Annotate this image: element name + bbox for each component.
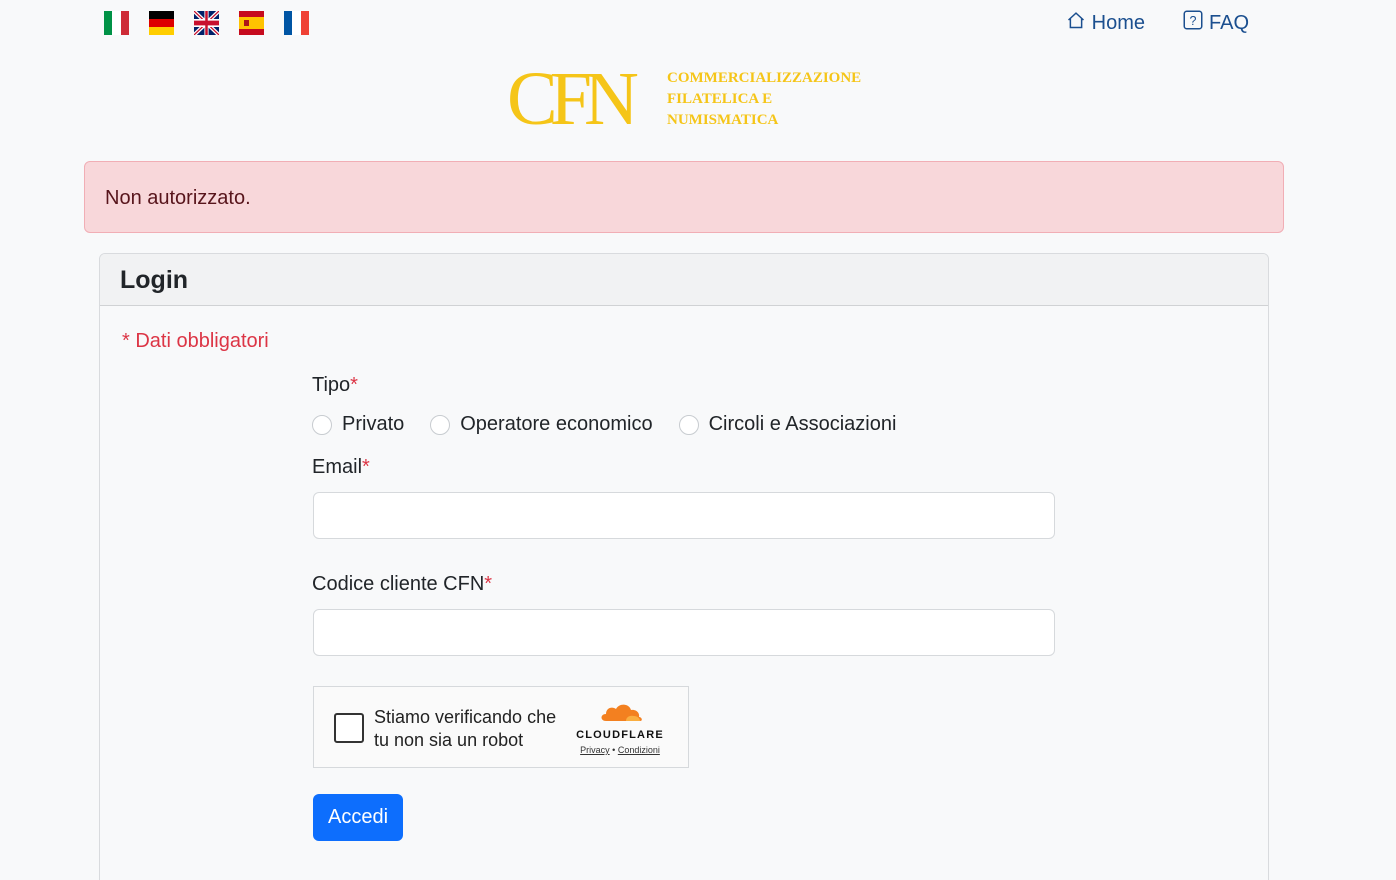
alert-message: Non autorizzato. (105, 187, 251, 209)
codice-cliente-field[interactable] (313, 609, 1055, 656)
accedi-button[interactable]: Accedi (313, 794, 403, 841)
radio-privato[interactable]: Privato (312, 413, 404, 436)
language-selector (104, 11, 309, 35)
italy-flag-icon[interactable] (104, 11, 129, 35)
terms-link[interactable]: Condizioni (618, 745, 660, 755)
home-link[interactable]: Home (1066, 10, 1145, 36)
question-square-icon: ? (1183, 10, 1203, 36)
login-card: Login * Dati obbligatori Tipo* Privato O… (99, 253, 1269, 880)
email-label: Email* (312, 456, 370, 478)
captcha-checkbox[interactable] (334, 713, 364, 743)
home-icon (1066, 10, 1086, 36)
radio-circle[interactable] (312, 414, 332, 435)
radio-operatore-economico[interactable]: Operatore economico (430, 413, 653, 436)
faq-link[interactable]: ? FAQ (1183, 10, 1249, 36)
logo-text: COMMERCIALIZZAZIONE FILATELICA E NUMISMA… (667, 70, 862, 128)
cloudflare-captcha: Stiamo verificando che tu non sia un rob… (313, 686, 689, 768)
codice-label: Codice cliente CFN* (312, 573, 493, 595)
radio-circoli-associazioni[interactable]: Circoli e Associazioni (678, 413, 896, 436)
home-label: Home (1091, 11, 1145, 34)
uk-flag-icon[interactable] (194, 11, 219, 35)
svg-text:?: ? (1190, 14, 1197, 28)
cloudflare-wordmark: CLOUDFLARE (576, 729, 664, 741)
france-flag-icon[interactable] (284, 11, 309, 35)
germany-flag-icon[interactable] (149, 11, 174, 35)
cfn-logo: CFN COMMERCIALIZZAZIONE FILATELICA E NUM… (507, 57, 862, 141)
error-alert: Non autorizzato. (84, 161, 1284, 233)
tipo-label: Tipo* (312, 374, 358, 396)
captcha-text: Stiamo verificando che tu non sia un rob… (374, 707, 557, 750)
cloudflare-brand: CLOUDFLARE Privacy • Condizioni (572, 701, 668, 755)
faq-label: FAQ (1208, 11, 1249, 34)
top-nav: Home ? FAQ (1066, 10, 1249, 36)
logo-mark: CFN (507, 57, 639, 141)
radio-circle[interactable] (430, 414, 451, 435)
email-field[interactable] (313, 492, 1055, 539)
spain-flag-icon[interactable] (239, 11, 264, 35)
required-note: * Dati obbligatori (122, 330, 269, 352)
cloudflare-links: Privacy • Condizioni (580, 745, 660, 755)
cloudflare-cloud-icon (596, 704, 644, 727)
login-title: Login (120, 266, 189, 294)
radio-circle[interactable] (678, 414, 699, 435)
tipo-radio-group: Privato Operatore economico Circoli e As… (312, 413, 922, 436)
login-card-header: Login (100, 254, 1268, 306)
privacy-link[interactable]: Privacy (580, 745, 610, 755)
